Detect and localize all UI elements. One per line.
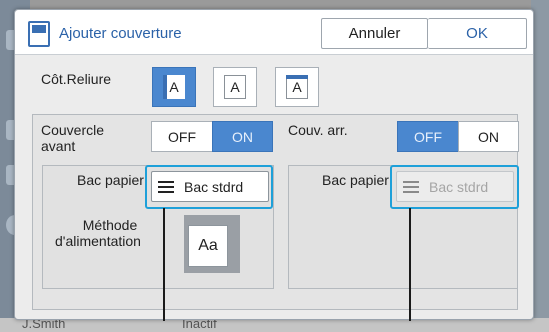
- feed-method-label-line1: Méthode: [82, 217, 138, 233]
- back-tray-label: Bac papier: [322, 172, 389, 188]
- binding-top-glyph: A: [286, 75, 308, 99]
- dialog-title: Ajouter couverture: [59, 25, 182, 42]
- binding-none-option[interactable]: A: [213, 67, 257, 107]
- background-status-bar: J.Smith Inactif: [0, 316, 549, 332]
- callout-line: [163, 208, 165, 321]
- callout-line: [409, 208, 411, 321]
- feed-method-glyph: Aa: [188, 225, 228, 267]
- binding-none-glyph: A: [224, 75, 246, 99]
- cancel-button[interactable]: Annuler: [321, 18, 428, 49]
- back-cover-label: Couv. arr.: [288, 122, 348, 138]
- callout-highlight: [145, 165, 273, 209]
- cover-icon: [28, 21, 50, 47]
- front-tray-label: Bac papier: [77, 172, 144, 188]
- feed-method-label-line2: d'alimentation: [55, 233, 141, 249]
- callout-highlight: [390, 165, 519, 209]
- add-cover-dialog: Ajouter couverture Annuler OK Côt.Reliur…: [14, 9, 534, 321]
- back-cover-on-toggle[interactable]: ON: [458, 121, 519, 152]
- ok-button[interactable]: OK: [428, 18, 527, 49]
- binding-side-label: Côt.Reliure: [41, 71, 112, 87]
- front-cover-label-line1: Couvercle: [41, 122, 105, 138]
- front-cover-label-line2: avant: [41, 138, 76, 154]
- front-cover-label: Couvercle avant: [41, 122, 104, 154]
- binding-top-option[interactable]: A: [275, 67, 319, 107]
- front-cover-off-toggle[interactable]: OFF: [151, 121, 213, 152]
- back-cover-off-toggle[interactable]: OFF: [397, 121, 459, 152]
- dialog-title-bar: Ajouter couverture Annuler OK: [15, 10, 533, 55]
- binding-left-glyph: A: [163, 75, 185, 99]
- binding-left-option[interactable]: A: [152, 67, 196, 107]
- feed-method-label: Méthode d'alimentation: [55, 217, 160, 249]
- front-cover-on-toggle[interactable]: ON: [212, 121, 273, 152]
- feed-method-button[interactable]: Aa: [178, 215, 240, 277]
